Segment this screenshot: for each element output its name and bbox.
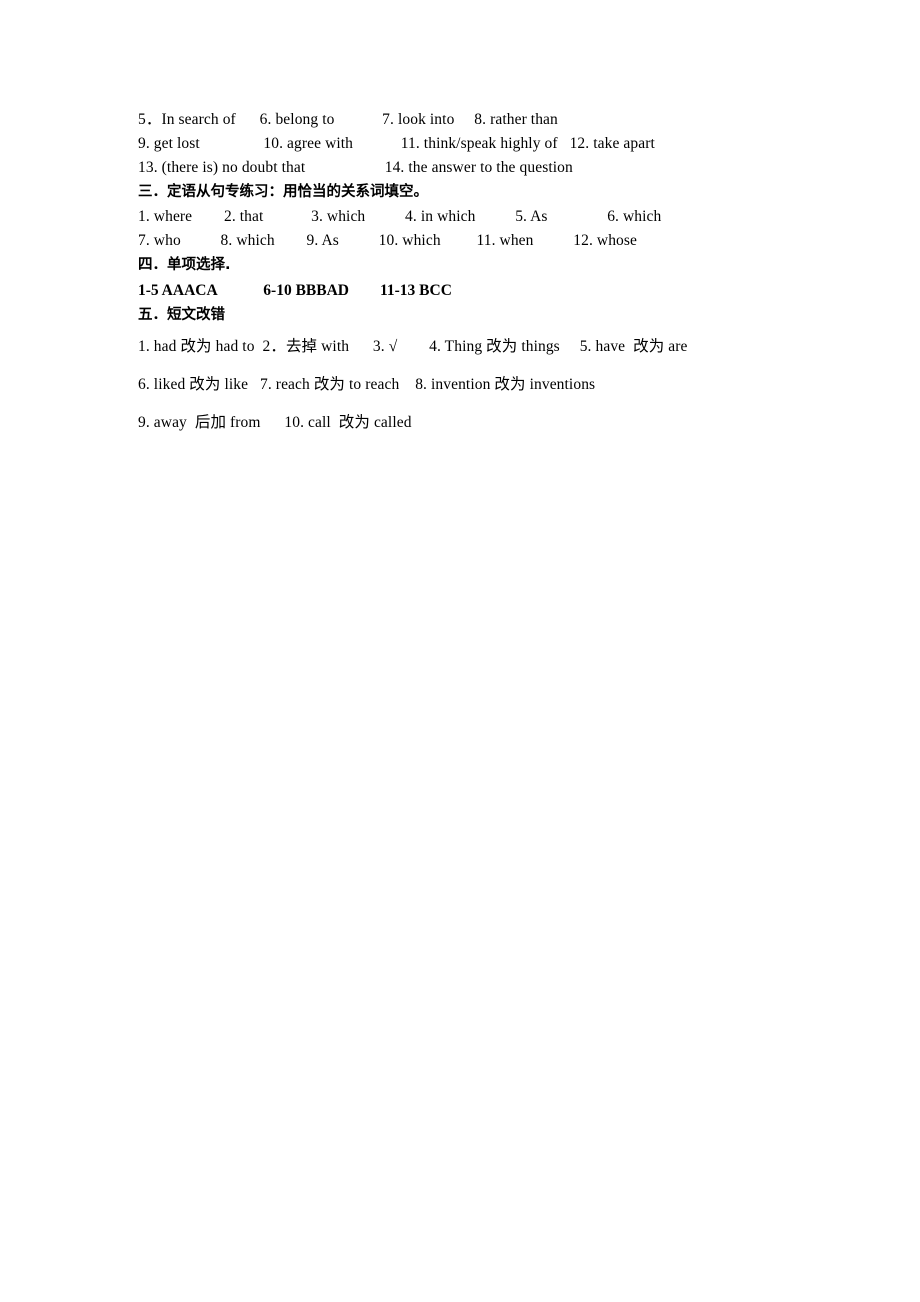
answer-line-relative-clause-1: 1. where 2. that 3. which 4. in which 5.…	[138, 208, 662, 225]
answer-line-correction-1: 1. had 改为 had to 2．去掉 with 3. √ 4. Thing…	[138, 338, 688, 355]
answer-line-phrases-3: 13. (there is) no doubt that 14. the ans…	[138, 159, 573, 176]
answer-line-correction-2: 6. liked 改为 like 7. reach 改为 to reach 8.…	[138, 376, 596, 393]
document-page: 5．In search of 6. belong to 7. look into…	[0, 0, 920, 1302]
section-heading-four: 四．单项选择.	[138, 257, 231, 273]
answer-line-phrases-1: 5．In search of 6. belong to 7. look into…	[138, 111, 558, 128]
answer-line-multiple-choice: 1-5 AAACA 6-10 BBBAD 11-13 BCC	[138, 282, 452, 299]
document-body: 5．In search of 6. belong to 7. look into…	[138, 108, 778, 442]
answer-line-phrases-2: 9. get lost 10. agree with 11. think/spe…	[138, 135, 655, 152]
answer-line-relative-clause-2: 7. who 8. which 9. As 10. which 11. when…	[138, 232, 638, 249]
section-heading-three: 三．定语从句专练习：用恰当的关系词填空。	[138, 184, 428, 200]
answer-line-correction-3: 9. away 后加 from 10. call 改为 called	[138, 414, 412, 431]
section-heading-five: 五．短文改错	[138, 307, 225, 323]
